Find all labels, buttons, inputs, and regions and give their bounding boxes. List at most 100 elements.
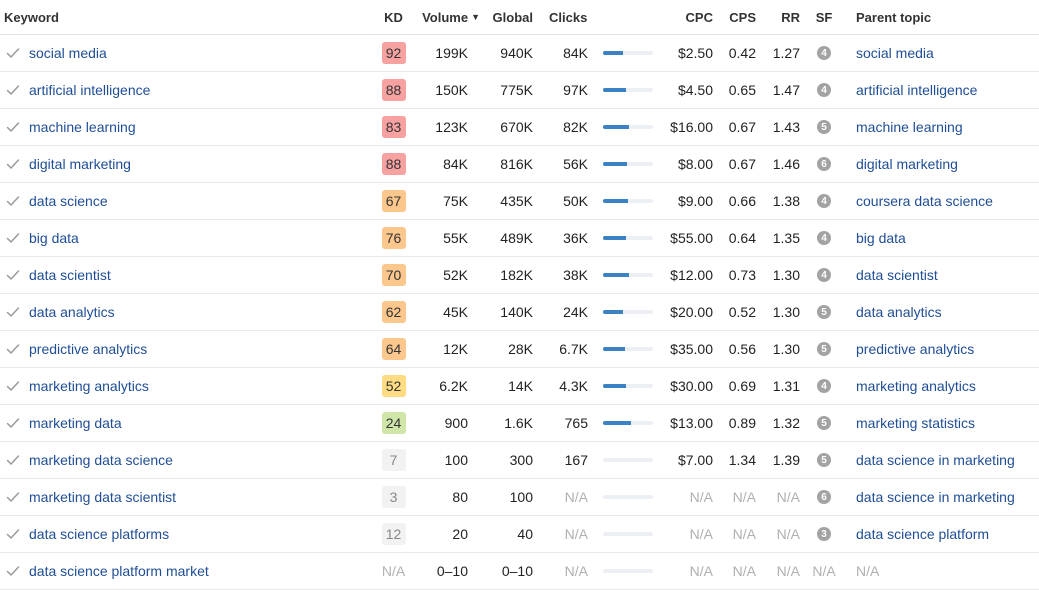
sf-cell[interactable]: 5 (812, 405, 836, 441)
kd-badge: 92 (381, 42, 406, 64)
parent-topic-link[interactable]: coursera data science (856, 183, 993, 219)
parent-topic-link[interactable]: marketing analytics (856, 368, 976, 404)
kd-badge: 88 (381, 153, 406, 175)
sf-cell[interactable]: 6 (812, 146, 836, 182)
parent-topic-link[interactable]: predictive analytics (856, 331, 974, 367)
checkmark-icon[interactable] (4, 220, 22, 256)
table-body: social media 92 199K 940K 84K $2.50 0.42 1.27 4 s… (0, 35, 1039, 590)
sf-cell[interactable]: 6 (812, 479, 836, 515)
clicks-bar-fill (603, 347, 625, 351)
clicks-bar-track (603, 236, 653, 240)
keyword-link[interactable]: machine learning (29, 109, 136, 145)
clicks-bar-track (603, 88, 653, 92)
checkmark-icon[interactable] (4, 368, 22, 404)
checkmark-icon[interactable] (4, 72, 22, 108)
clicks-bar (603, 183, 653, 219)
kd-cell: 7 (380, 442, 407, 478)
global-volume-value: 100 (509, 489, 533, 505)
column-header-keyword[interactable]: Keyword (4, 0, 59, 34)
checkmark-icon[interactable] (4, 405, 22, 441)
kd-badge: 7 (381, 449, 406, 471)
keyword-link[interactable]: marketing data science (29, 442, 173, 478)
table-row: data science 67 75K 435K 50K $9.00 0.66 1.38 4 co… (0, 183, 1039, 220)
sf-cell[interactable]: 4 (812, 183, 836, 219)
sf-cell[interactable]: 5 (812, 442, 836, 478)
cpc-value: N/A (689, 489, 713, 505)
column-header-kd[interactable]: KD (380, 0, 407, 34)
checkmark-icon[interactable] (4, 294, 22, 330)
table-row: data science platforms 12 20 40 N/A N/A N/A N/A… (0, 516, 1039, 553)
kd-badge: 76 (381, 227, 406, 249)
parent-topic-link[interactable]: data scientist (856, 257, 938, 293)
kd-cell: 88 (380, 72, 407, 108)
keyword-link[interactable]: big data (29, 220, 79, 256)
keyword-link[interactable]: digital marketing (29, 146, 131, 182)
sf-cell[interactable]: 5 (812, 294, 836, 330)
sf-cell[interactable]: 4 (812, 220, 836, 256)
sf-cell[interactable]: 4 (812, 35, 836, 71)
clicks-bar (603, 35, 653, 71)
checkmark-icon[interactable] (4, 331, 22, 367)
clicks-bar-fill (603, 199, 628, 203)
column-header-cpc[interactable]: CPC (655, 0, 713, 34)
clicks-bar (603, 294, 653, 330)
checkmark-icon[interactable] (4, 146, 22, 182)
parent-topic-link[interactable]: data science in marketing (856, 442, 1015, 478)
parent-topic-link[interactable]: marketing statistics (856, 405, 975, 441)
checkmark-icon[interactable] (4, 257, 22, 293)
keyword-link[interactable]: data scientist (29, 257, 111, 293)
column-header-global[interactable]: Global (478, 0, 533, 34)
parent-topic-link[interactable]: artificial intelligence (856, 72, 977, 108)
column-header-volume[interactable]: Volume ▼ (410, 0, 480, 34)
checkmark-icon[interactable] (4, 479, 22, 515)
sf-cell[interactable]: 4 (812, 72, 836, 108)
parent-topic-link[interactable]: machine learning (856, 109, 963, 145)
serp-features-badge: 6 (817, 157, 831, 171)
keyword-link[interactable]: social media (29, 35, 107, 71)
column-header-sf[interactable]: SF (812, 0, 836, 34)
parent-topic-link[interactable]: digital marketing (856, 146, 958, 182)
sf-cell[interactable]: 5 (812, 109, 836, 145)
column-header-rr[interactable]: RR (766, 0, 800, 34)
keyword-link[interactable]: marketing analytics (29, 368, 149, 404)
serp-features-badge: 4 (817, 46, 831, 60)
cpc-value: $30.00 (670, 378, 713, 394)
serp-features-badge: 5 (817, 305, 831, 319)
parent-topic-link[interactable]: big data (856, 220, 906, 256)
rr-value: 1.30 (772, 341, 800, 357)
checkmark-icon[interactable] (4, 516, 22, 552)
sf-cell[interactable]: 3 (812, 516, 836, 552)
checkmark-icon[interactable] (4, 442, 22, 478)
kd-cell: 3 (380, 479, 407, 515)
sf-cell[interactable]: 5 (812, 331, 836, 367)
clicks-bar-track (603, 162, 653, 166)
keyword-link[interactable]: data science platform market (29, 553, 209, 589)
parent-topic-link[interactable]: data analytics (856, 294, 942, 330)
checkmark-icon[interactable] (4, 183, 22, 219)
sf-cell[interactable]: 4 (812, 257, 836, 293)
column-header-clicks[interactable]: Clicks (549, 0, 587, 34)
clicks-bar (603, 368, 653, 404)
checkmark-icon[interactable] (4, 109, 22, 145)
keyword-link[interactable]: artificial intelligence (29, 72, 150, 108)
column-header-parent-topic[interactable]: Parent topic (856, 0, 931, 34)
keyword-link[interactable]: data science platforms (29, 516, 169, 552)
parent-topic-link[interactable]: social media (856, 35, 934, 71)
parent-topic-link[interactable]: data science platform (856, 516, 989, 552)
keyword-link[interactable]: predictive analytics (29, 331, 147, 367)
clicks-bar-fill (603, 125, 629, 129)
keyword-link[interactable]: marketing data scientist (29, 479, 176, 515)
clicks-bar-fill (603, 236, 626, 240)
column-header-cps[interactable]: CPS (723, 0, 756, 34)
keyword-link[interactable]: marketing data (29, 405, 122, 441)
serp-features-badge: 4 (817, 268, 831, 282)
table-row: predictive analytics 64 12K 28K 6.7K $35.00 0.… (0, 331, 1039, 368)
checkmark-icon[interactable] (4, 553, 22, 589)
clicks-bar-track (603, 569, 653, 573)
sf-cell[interactable]: 4 (812, 368, 836, 404)
parent-topic-link[interactable]: data science in marketing (856, 479, 1015, 515)
keyword-link[interactable]: data science (29, 183, 108, 219)
checkmark-icon[interactable] (4, 35, 22, 71)
keyword-link[interactable]: data analytics (29, 294, 115, 330)
clicks-bar-track (603, 458, 653, 462)
